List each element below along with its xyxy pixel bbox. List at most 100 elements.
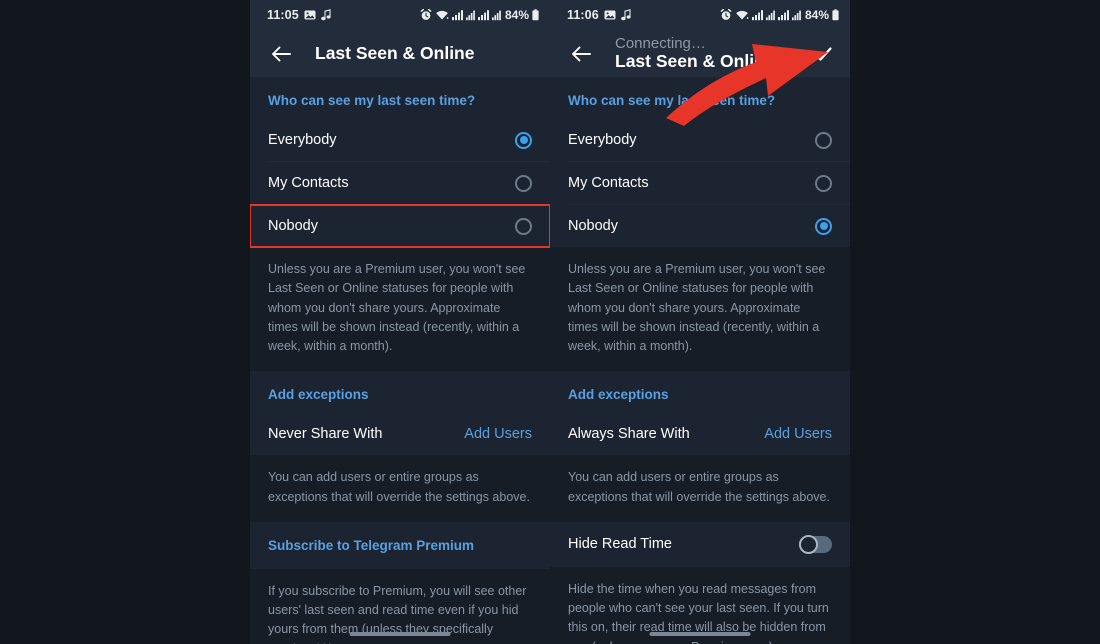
last-seen-note: Unless you are a Premium user, you won't…	[250, 247, 550, 372]
add-users-button[interactable]: Add Users	[764, 426, 832, 442]
radio-nobody[interactable]	[815, 217, 832, 235]
section-title-who-can-see: Who can see my last seen time?	[268, 93, 476, 108]
radio-everybody[interactable]	[515, 131, 532, 149]
alarm-icon	[420, 9, 432, 20]
add-users-button[interactable]: Add Users	[464, 426, 532, 442]
wifi-icon	[736, 10, 749, 20]
connection-status: Connecting…	[615, 35, 706, 53]
battery-percent: 84%	[804, 8, 829, 22]
signal-bars-icon	[465, 10, 475, 21]
image-icon	[304, 10, 316, 20]
signal-bars-icon	[765, 10, 775, 21]
app-bar-left: Last Seen & Online	[250, 30, 550, 77]
app-bar-right: Connecting… Last Seen & Online	[550, 30, 850, 77]
last-seen-section: Who can see my last seen time? Everybody…	[550, 77, 850, 247]
exceptions-note: You can add users or entire groups as ex…	[550, 455, 850, 522]
row-label: Never Share With	[268, 426, 383, 443]
row-label: Hide Read Time	[568, 536, 672, 553]
status-bar-left-group: 11:06	[567, 8, 631, 22]
exceptions-section: Add exceptions Always Share With Add Use…	[550, 371, 850, 456]
status-bar-right-group: 1 2 84%	[420, 8, 539, 22]
option-row-nobody[interactable]: Nobody	[550, 205, 850, 247]
row-never-share-with[interactable]: Never Share With Add Users	[250, 413, 550, 455]
wifi-icon	[436, 10, 449, 20]
confirm-button[interactable]	[810, 41, 836, 67]
status-bar-left-group: 11:05	[267, 8, 331, 22]
battery-icon	[832, 9, 839, 21]
radio-my-contacts[interactable]	[515, 174, 532, 192]
status-time: 11:06	[567, 8, 599, 22]
subscribe-premium-link[interactable]: Subscribe to Telegram Premium	[250, 522, 550, 569]
option-row-everybody[interactable]: Everybody	[250, 119, 550, 161]
hide-read-time-toggle[interactable]	[799, 534, 832, 554]
radio-my-contacts[interactable]	[815, 174, 832, 192]
hide-read-time-section: Hide Read Time	[550, 521, 850, 567]
option-label: Nobody	[568, 218, 618, 234]
option-label: Everybody	[268, 132, 337, 148]
back-button[interactable]	[268, 41, 294, 67]
option-label: Everybody	[568, 132, 637, 148]
app-bar-titles: Connecting… Last Seen & Online	[615, 36, 810, 71]
back-arrow-icon	[572, 46, 591, 61]
option-label: Nobody	[268, 218, 318, 234]
battery-percent: 84%	[504, 8, 529, 22]
option-label: My Contacts	[268, 175, 349, 191]
section-title-who-can-see: Who can see my last seen time?	[568, 93, 776, 108]
back-arrow-icon	[272, 46, 291, 61]
signal-bars-icon	[791, 10, 801, 21]
svg-text:1: 1	[456, 11, 459, 17]
back-button[interactable]	[568, 41, 594, 67]
battery-icon	[532, 9, 539, 21]
home-indicator	[349, 632, 451, 636]
last-seen-note: Unless you are a Premium user, you won't…	[550, 247, 850, 372]
exceptions-note: You can add users or entire groups as ex…	[250, 455, 550, 522]
screenshot-stage: 11:05 1 2 84% Last Seen & Online Who can…	[0, 0, 1100, 644]
exceptions-section: Add exceptions Never Share With Add User…	[250, 371, 550, 456]
last-seen-section: Who can see my last seen time? Everybody…	[250, 77, 550, 248]
status-bar-left: 11:05 1 2 84%	[250, 0, 550, 30]
row-hide-read-time[interactable]: Hide Read Time	[550, 522, 850, 567]
option-label: My Contacts	[568, 175, 649, 191]
note-text: You can add users or entire groups as ex…	[568, 470, 830, 504]
row-label: Always Share With	[568, 426, 690, 443]
option-row-my-contacts[interactable]: My Contacts	[550, 162, 850, 204]
option-row-my-contacts[interactable]: My Contacts	[250, 162, 550, 204]
alarm-icon	[720, 9, 732, 20]
status-bar-right-group: 1 2 84%	[720, 8, 839, 22]
premium-section: Subscribe to Telegram Premium	[250, 521, 550, 569]
svg-text:2: 2	[482, 11, 485, 17]
toggle-knob	[799, 534, 818, 554]
music-note-icon	[620, 9, 631, 21]
note-text: You can add users or entire groups as ex…	[268, 470, 530, 504]
note-text: Unless you are a Premium user, you won't…	[268, 262, 526, 353]
signal-bars-icon	[491, 10, 501, 21]
phone-panel-left: 11:05 1 2 84% Last Seen & Online Who can…	[250, 0, 550, 644]
image-icon	[604, 10, 616, 20]
svg-text:2: 2	[782, 11, 785, 17]
settings-content-right: Who can see my last seen time? Everybody…	[550, 77, 850, 644]
svg-text:1: 1	[756, 11, 759, 17]
app-bar-titles: Last Seen & Online	[315, 42, 536, 63]
signal-sim1-icon: 1	[751, 10, 763, 21]
signal-sim2-icon: 2	[777, 10, 789, 21]
music-note-icon	[320, 9, 331, 21]
option-row-everybody[interactable]: Everybody	[550, 119, 850, 161]
page-title: Last Seen & Online	[615, 51, 775, 72]
section-title-add-exceptions: Add exceptions	[568, 387, 669, 403]
phone-panels: 11:05 1 2 84% Last Seen & Online Who can…	[250, 0, 850, 644]
settings-content-left: Who can see my last seen time? Everybody…	[250, 77, 550, 644]
status-time: 11:05	[267, 8, 299, 22]
section-title-add-exceptions: Add exceptions	[268, 387, 369, 403]
signal-sim1-icon: 1	[451, 10, 463, 21]
status-bar-right: 11:06 1 2 84%	[550, 0, 850, 30]
check-icon	[814, 46, 832, 61]
page-title: Last Seen & Online	[315, 42, 475, 63]
radio-nobody[interactable]	[515, 217, 532, 235]
option-row-nobody[interactable]: Nobody	[250, 204, 550, 248]
note-text: Unless you are a Premium user, you won't…	[568, 262, 826, 353]
signal-sim2-icon: 2	[477, 10, 489, 21]
radio-everybody[interactable]	[815, 131, 832, 149]
row-always-share-with[interactable]: Always Share With Add Users	[550, 413, 850, 455]
phone-panel-right: 11:06 1 2 84% Connecting… Last Seen & On…	[550, 0, 850, 644]
home-indicator	[649, 632, 751, 636]
